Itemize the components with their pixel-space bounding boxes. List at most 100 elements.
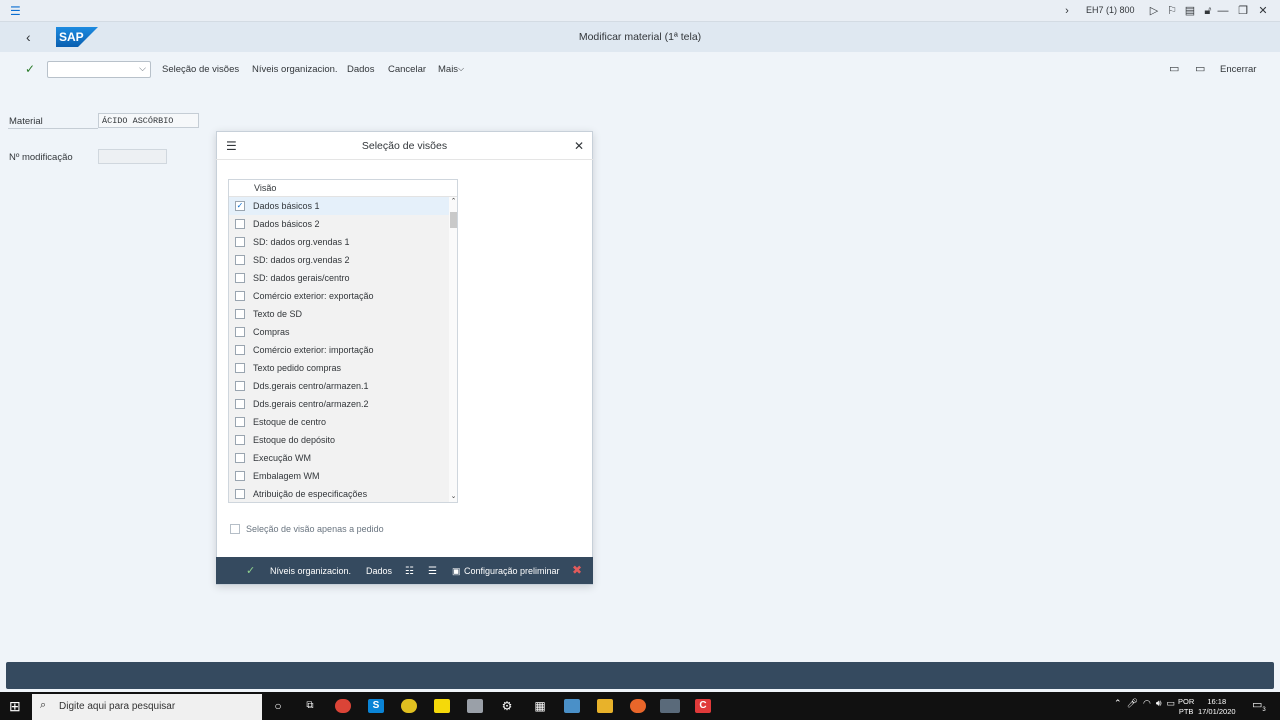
row-checkbox[interactable] — [235, 471, 245, 481]
lock-icon[interactable]: 🔓︎ — [1201, 4, 1215, 18]
check-icon[interactable]: ✓ — [25, 62, 35, 76]
sap-gui-icon[interactable] — [660, 699, 680, 713]
row-checkbox[interactable] — [235, 381, 245, 391]
table-row[interactable]: SD: dados org.vendas 1 — [229, 233, 449, 251]
row-label: Texto pedido compras — [253, 363, 342, 373]
network-app-icon[interactable] — [467, 699, 483, 713]
firefox-icon[interactable] — [630, 699, 646, 713]
row-checkbox[interactable] — [235, 273, 245, 283]
material-input[interactable]: ÁCIDO ASCÓRBIO — [98, 113, 199, 128]
row-checkbox[interactable] — [235, 237, 245, 247]
row-label: Texto de SD — [253, 309, 303, 319]
table-row[interactable]: Estoque do depósito — [229, 431, 449, 449]
scroll-up-icon[interactable]: ⌃ — [449, 197, 457, 205]
row-label: Estoque do depósito — [253, 435, 336, 445]
table-row[interactable]: Comércio exterior: importação — [229, 341, 449, 359]
cortana-icon[interactable]: ○ — [270, 699, 286, 713]
settings-icon[interactable]: ⚙ — [499, 699, 515, 713]
clock-time: 16:18 — [1207, 697, 1227, 706]
menu-icon[interactable]: ☰ — [10, 5, 22, 17]
org-levels-button[interactable]: Níveis organizacion. — [252, 64, 338, 75]
table-row[interactable]: ✓ Dados básicos 1 — [229, 197, 449, 215]
recorder-icon[interactable]: C — [695, 699, 711, 713]
app-icon[interactable] — [401, 699, 417, 713]
on-demand-checkbox[interactable] — [230, 524, 240, 534]
row-checkbox[interactable] — [235, 327, 245, 337]
table-row[interactable]: Dds.gerais centro/armazen.2 — [229, 395, 449, 413]
command-field[interactable]: ⌵ — [47, 61, 151, 78]
confirm-icon[interactable]: ✓ — [246, 564, 255, 577]
screen-icon[interactable]: ▭ — [1195, 62, 1205, 75]
chrome-icon[interactable] — [335, 699, 351, 713]
table-row[interactable]: Execução WM — [229, 449, 449, 467]
exit-button[interactable]: Encerrar — [1220, 64, 1256, 75]
cancel-button[interactable]: Cancelar — [388, 64, 426, 75]
table-row[interactable]: Estoque de centro — [229, 413, 449, 431]
cancel-icon[interactable]: ✖ — [572, 563, 582, 577]
footer-org-levels-button[interactable]: Níveis organizacion. — [270, 566, 351, 576]
table-row[interactable]: SD: dados gerais/centro — [229, 269, 449, 287]
chevron-down-icon: ⌵ — [139, 63, 146, 73]
search-icon: ⌕ — [40, 699, 47, 711]
chevron-right-icon[interactable]: › — [1060, 4, 1074, 18]
material-label: Material — [9, 116, 43, 127]
row-checkbox[interactable] — [235, 417, 245, 427]
more-button[interactable]: Mais — [438, 64, 458, 75]
row-checkbox[interactable] — [235, 291, 245, 301]
table-row[interactable]: Embalagem WM — [229, 467, 449, 485]
row-checkbox[interactable] — [235, 435, 245, 445]
row-label: SD: dados org.vendas 2 — [253, 255, 350, 265]
more-chevron-icon: ⌵ — [458, 64, 465, 73]
row-checkbox[interactable] — [235, 255, 245, 265]
row-checkbox[interactable] — [235, 363, 245, 373]
notifications-icon[interactable]: ▭3 — [1252, 698, 1266, 713]
row-checkbox[interactable] — [235, 219, 245, 229]
table-row[interactable]: Texto de SD — [229, 305, 449, 323]
row-checkbox[interactable] — [235, 309, 245, 319]
on-demand-label: Seleção de visão apenas a pedido — [246, 524, 384, 534]
language-indicator[interactable]: POR PTB — [1178, 697, 1194, 717]
row-checkbox[interactable] — [235, 345, 245, 355]
close-icon[interactable]: ✕ — [574, 139, 584, 153]
windows-start-icon[interactable]: ⊞ — [9, 698, 21, 715]
restore-icon[interactable]: ❐ — [1236, 4, 1250, 18]
modification-input[interactable] — [98, 149, 167, 164]
calculator-icon[interactable]: ▦ — [532, 699, 548, 713]
data-button[interactable]: Dados — [347, 64, 374, 75]
views-table: Visão ✓ Dados básicos 1 Dados básicos 2 SD:… — [228, 179, 458, 503]
clock-date: 17/01/2020 — [1198, 707, 1236, 716]
table-row[interactable]: Comércio exterior: exportação — [229, 287, 449, 305]
table-row[interactable]: Dados básicos 2 — [229, 215, 449, 233]
row-checkbox[interactable] — [235, 453, 245, 463]
clock[interactable]: 16:18 17/01/2020 — [1198, 697, 1236, 717]
task-view-icon[interactable]: ⧉ — [302, 699, 318, 713]
deselect-all-icon[interactable]: ☰ — [428, 566, 437, 577]
view-selection-button[interactable]: Seleção de visões — [162, 64, 239, 75]
flag-icon[interactable]: ⚐ — [1165, 4, 1179, 18]
scroll-down-icon[interactable]: ⌄ — [449, 492, 457, 500]
scrollbar[interactable]: ⌃ ⌄ — [449, 197, 457, 502]
play-icon[interactable]: ▷ — [1147, 4, 1161, 18]
table-row[interactable]: Dds.gerais centro/armazen.1 — [229, 377, 449, 395]
table-row[interactable]: Texto pedido compras — [229, 359, 449, 377]
close-window-icon[interactable]: ✕ — [1256, 4, 1270, 18]
system-tray-icons[interactable]: ⌃ 🎤︎ ◠ 🔊︎ ▭ — [1114, 698, 1175, 709]
footer-data-button[interactable]: Dados — [366, 566, 392, 576]
row-checkbox[interactable] — [235, 489, 245, 499]
table-row[interactable]: Atribuição de especificações — [229, 485, 449, 502]
sticky-notes-icon[interactable] — [434, 699, 450, 713]
sap-logon-icon[interactable] — [564, 699, 580, 713]
default-settings-button[interactable]: Configuração preliminar — [464, 566, 560, 576]
file-explorer-icon[interactable] — [597, 699, 613, 713]
table-row[interactable]: Compras — [229, 323, 449, 341]
table-row[interactable]: SD: dados org.vendas 2 — [229, 251, 449, 269]
skype-icon[interactable]: S — [368, 699, 384, 713]
language-sub: PTB — [1178, 707, 1194, 716]
scrollbar-thumb[interactable] — [450, 212, 457, 228]
window-icon[interactable]: ▭ — [1169, 62, 1179, 75]
row-checkbox[interactable] — [235, 399, 245, 409]
select-all-icon[interactable]: ☷ — [405, 566, 414, 577]
minimize-icon[interactable]: — — [1216, 4, 1230, 18]
row-checkbox[interactable]: ✓ — [235, 201, 245, 211]
document-icon[interactable]: ▤ — [1183, 4, 1197, 18]
